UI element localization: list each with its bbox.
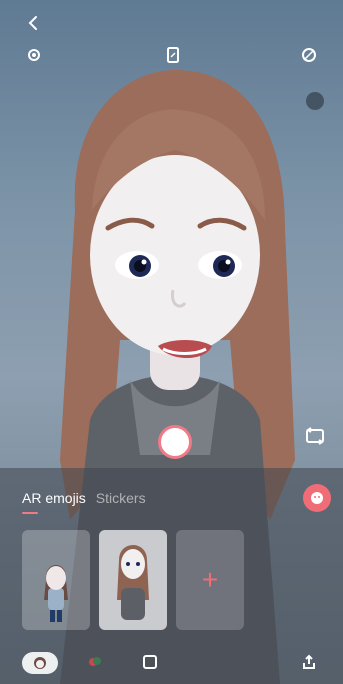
top-bar: [0, 0, 343, 110]
share-icon[interactable]: [298, 651, 320, 673]
emoji-thumbnail-1[interactable]: [22, 530, 90, 630]
plus-icon: +: [201, 564, 219, 595]
frame-icon[interactable]: [140, 652, 160, 672]
aspect-ratio-icon[interactable]: [163, 44, 183, 66]
avatar-icon: [34, 657, 46, 669]
emoji-tabs: AR emojis Stickers: [22, 490, 146, 518]
switch-camera-icon[interactable]: [302, 424, 328, 448]
shutter-button[interactable]: [158, 425, 192, 459]
back-icon[interactable]: [22, 12, 44, 34]
active-tab-indicator: [22, 512, 38, 514]
camera-preview: AR emojis Stickers +: [0, 0, 343, 684]
add-emoji-button[interactable]: +: [176, 530, 244, 630]
emoji-face-icon: [311, 492, 323, 504]
emoji-thumbnail-2[interactable]: [99, 530, 167, 630]
beauty-off-icon[interactable]: [298, 44, 320, 66]
settings-icon[interactable]: [24, 45, 44, 65]
tab-stickers[interactable]: Stickers: [96, 490, 146, 518]
camera-lens-indicator: [306, 92, 324, 110]
decor-icon[interactable]: [85, 652, 105, 672]
avatar-mode-button[interactable]: [22, 652, 58, 674]
add-emoji-fab[interactable]: [303, 484, 331, 512]
